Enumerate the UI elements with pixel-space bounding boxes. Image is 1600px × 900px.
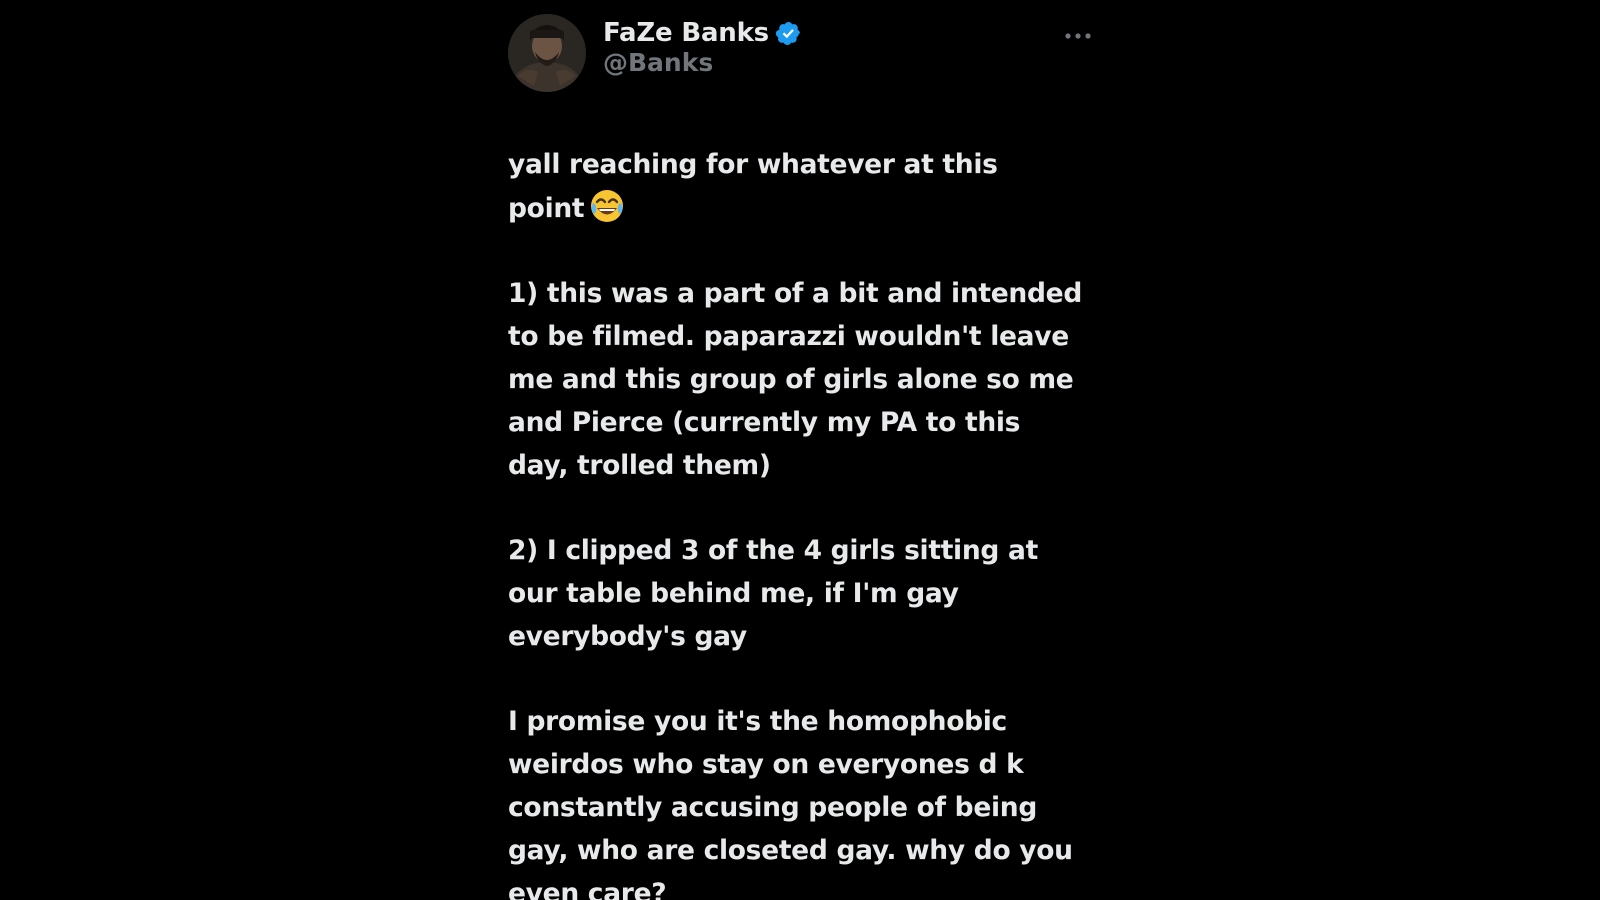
- tweet-line: even care?: [508, 877, 667, 900]
- tweet-line: me and this group of girls alone so me: [508, 363, 1074, 395]
- tweet-line-with-emoji: point: [508, 187, 1098, 231]
- author-name-row: FaZe Banks: [603, 16, 802, 50]
- more-horizontal-icon: [1065, 33, 1091, 39]
- verified-badge-icon: [775, 20, 802, 47]
- tweet-paragraph: 1) this was a part of a bit and intended…: [508, 273, 1098, 487]
- tweet-line: everybody's gay: [508, 620, 747, 652]
- tweet-line: weirdos who stay on everyones d k: [508, 749, 1024, 781]
- tweet-line: gay, who are closeted gay. why do you: [508, 834, 1073, 866]
- tweet-line: yall reaching for whatever at this: [508, 149, 998, 180]
- tweet-paragraph: 2) I clipped 3 of the 4 girls sitting at…: [508, 530, 1098, 658]
- tweet-line: day, trolled them): [508, 449, 771, 481]
- avatar[interactable]: [508, 14, 586, 92]
- tweet-line: I promise you it's the homophobic: [508, 706, 1007, 738]
- tweet-line: constantly accusing people of being: [508, 791, 1038, 823]
- tweet-paragraph: yall reaching for whatever at this point: [508, 144, 1098, 231]
- tweet-header: FaZe Banks @Banks: [508, 14, 1098, 92]
- author-handle[interactable]: @Banks: [603, 48, 713, 77]
- tweet-line: and Pierce (currently my PA to this: [508, 406, 1021, 438]
- tweet-line: to be filmed. paparazzi wouldn't leave: [508, 321, 1069, 353]
- avatar-image: [508, 14, 586, 92]
- tweet-line: our table behind me, if I'm gay: [508, 577, 959, 609]
- tweet-paragraph: I promise you it's the homophobic weirdo…: [508, 701, 1098, 900]
- tweet: FaZe Banks @Banks yall reaching for what…: [508, 14, 1098, 900]
- tweet-line: 1) this was a part of a bit and intended: [508, 278, 1083, 310]
- face-with-tears-of-joy-icon: [588, 187, 626, 225]
- more-options-button[interactable]: [1062, 26, 1094, 46]
- tweet-line: point: [508, 192, 585, 224]
- author-display-name[interactable]: FaZe Banks: [603, 18, 769, 48]
- tweet-line: 2) I clipped 3 of the 4 girls sitting at: [508, 535, 1038, 567]
- tweet-text: yall reaching for whatever at this point…: [508, 144, 1098, 900]
